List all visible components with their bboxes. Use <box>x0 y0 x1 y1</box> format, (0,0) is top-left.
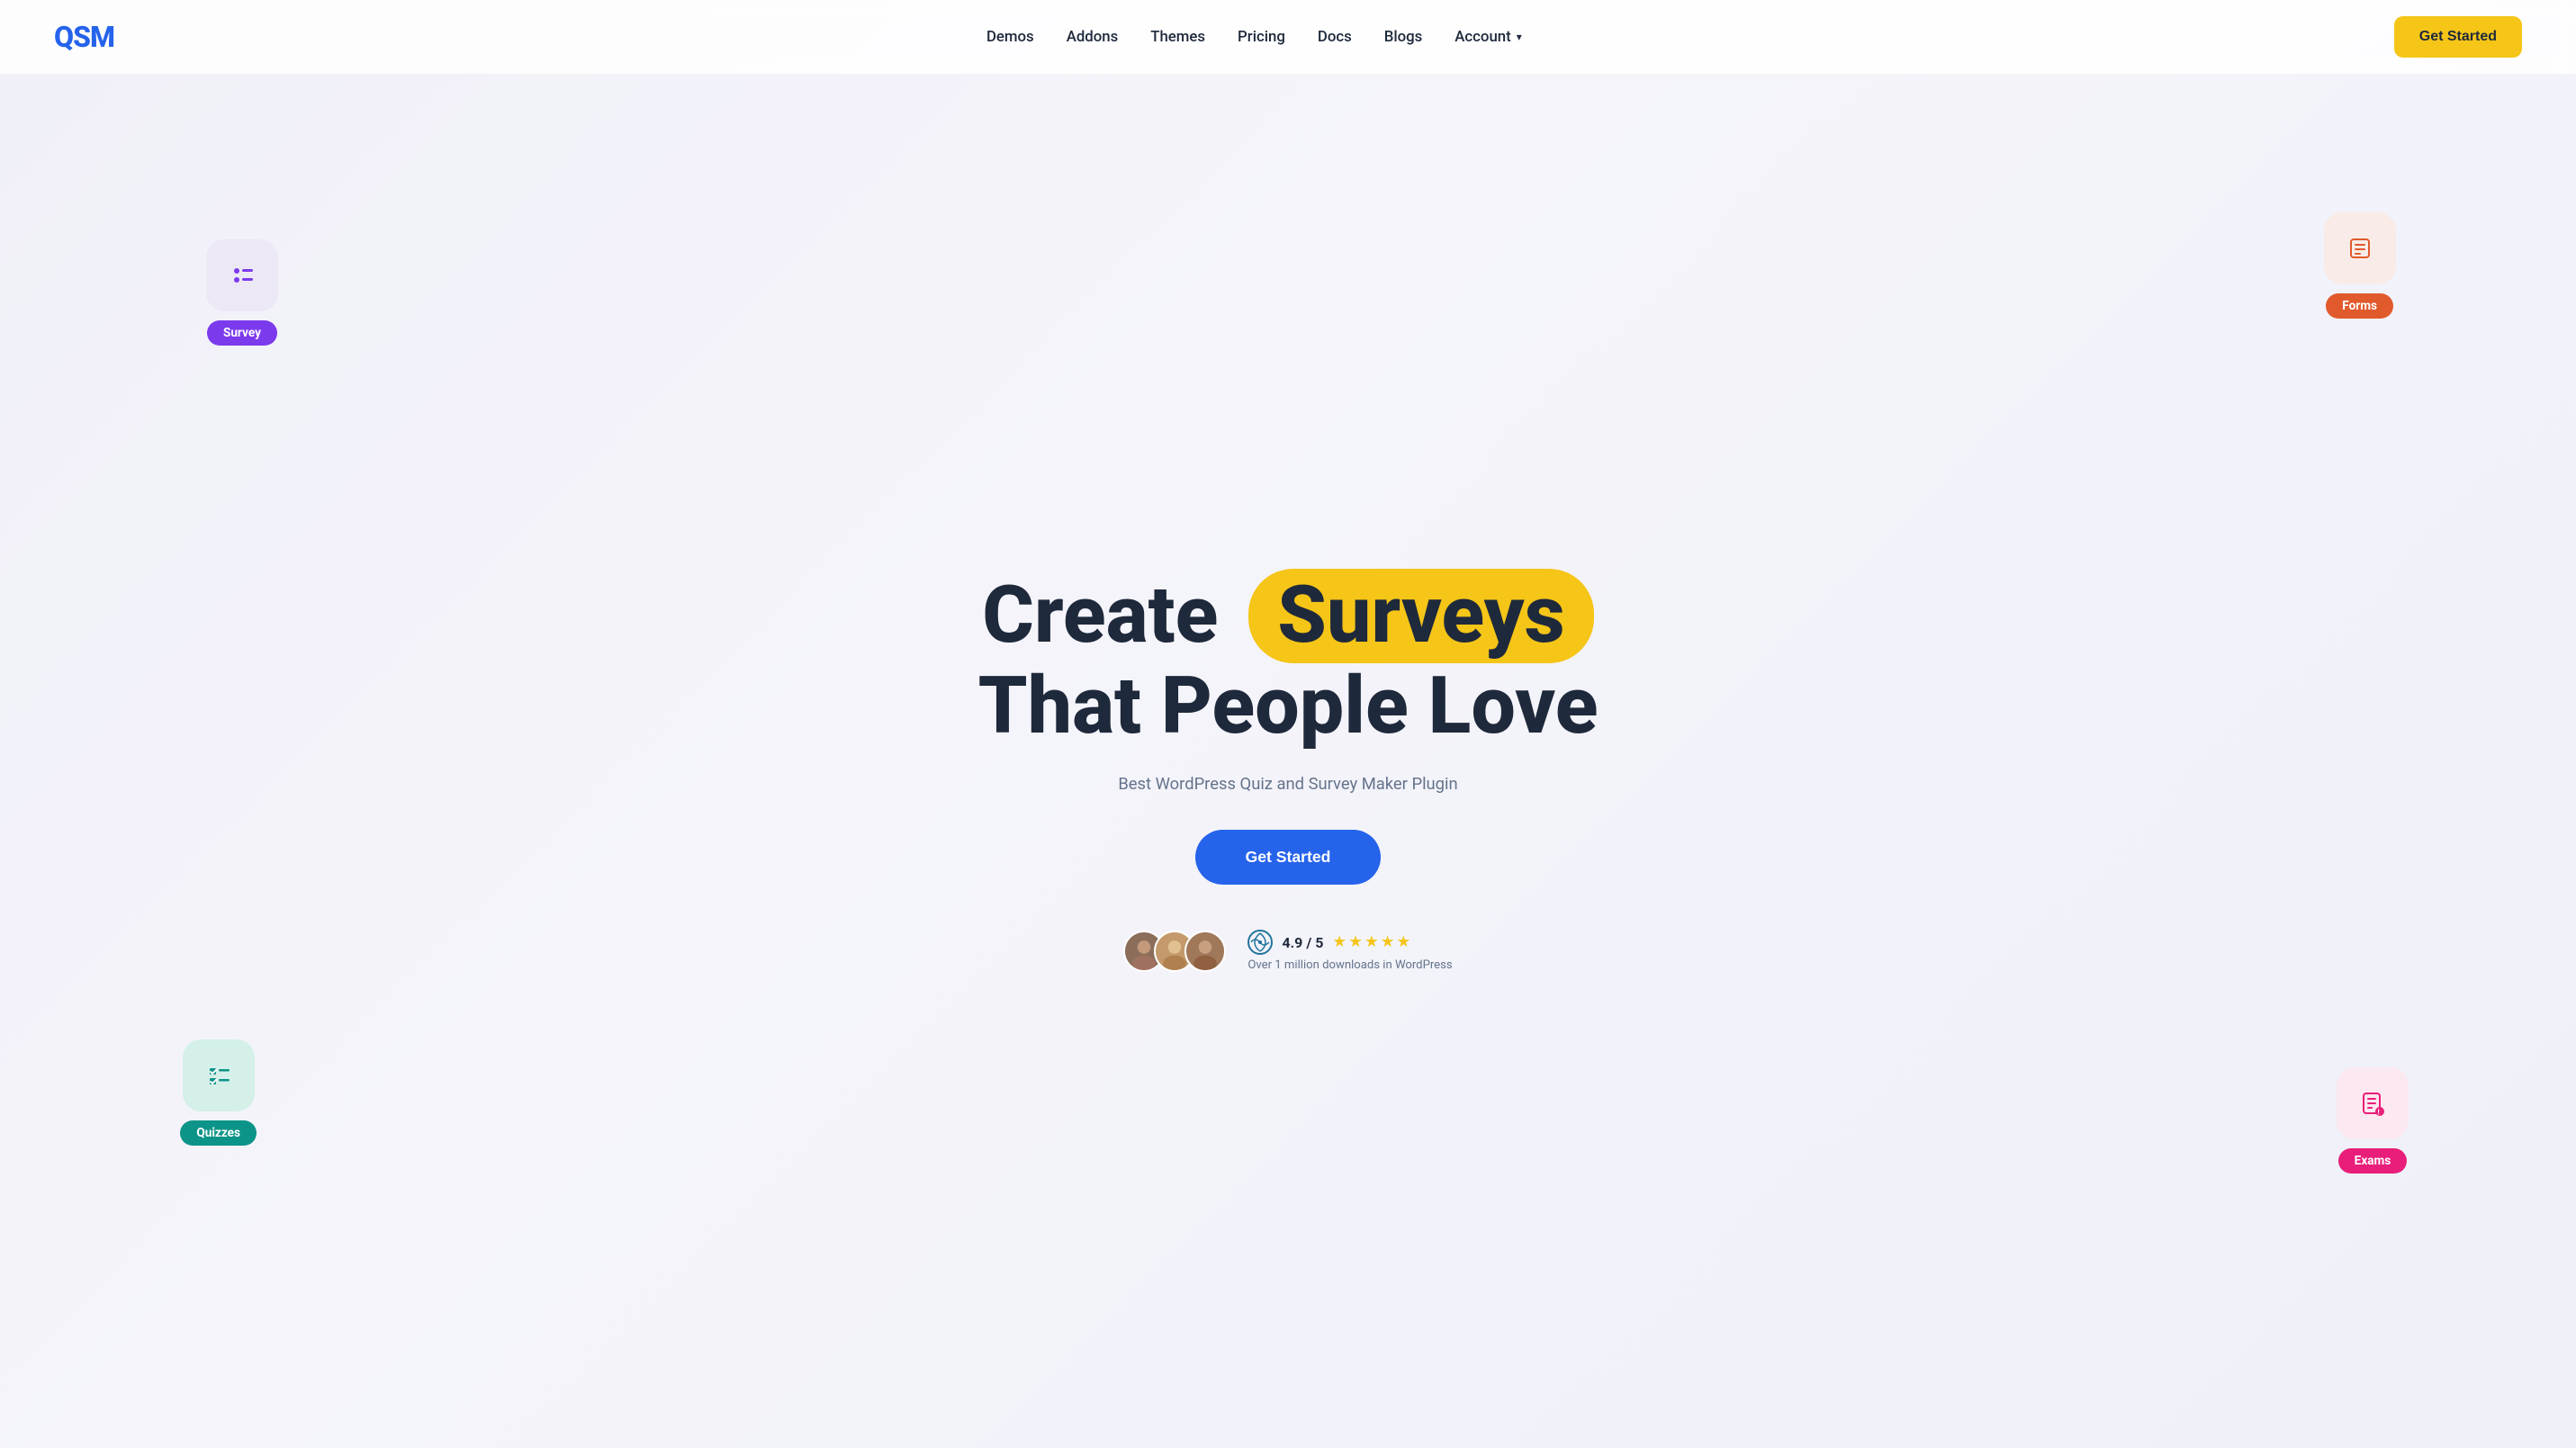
rating-score: 4.9 / 5 <box>1282 934 1323 951</box>
downloads-text: Over 1 million downloads in WordPress <box>1247 958 1452 972</box>
nav-link-themes[interactable]: Themes <box>1150 28 1205 46</box>
float-quizzes-card: Quizzes <box>180 1039 257 1146</box>
float-forms-card: Forms <box>2324 212 2396 319</box>
float-survey-card: Survey <box>206 239 278 346</box>
nav-item-pricing[interactable]: Pricing <box>1238 28 1285 46</box>
nav-link-pricing[interactable]: Pricing <box>1238 28 1285 46</box>
navbar: QSM Demos Addons Themes Pricing Docs Blo… <box>0 0 2576 75</box>
rating-top: 4.9 / 5 ★★★★★ <box>1247 930 1412 955</box>
nav-item-addons[interactable]: Addons <box>1067 28 1119 46</box>
hero-get-started-button[interactable]: Get Started <box>1195 830 1382 885</box>
nav-item-account[interactable]: Account ▾ <box>1455 28 1521 46</box>
survey-label: Survey <box>207 320 277 346</box>
hero-heading-highlight: Surveys <box>1248 569 1593 663</box>
nav-item-themes[interactable]: Themes <box>1150 28 1205 46</box>
hero-heading-create: Create <box>982 569 1218 661</box>
nav-link-addons[interactable]: Addons <box>1067 28 1119 46</box>
nav-link-blogs[interactable]: Blogs <box>1384 28 1423 46</box>
exams-icon: ! <box>2356 1087 2389 1120</box>
exams-label: Exams <box>2338 1148 2408 1174</box>
svg-text:!: ! <box>2377 1108 2379 1116</box>
social-proof: 4.9 / 5 ★★★★★ Over 1 million downloads i… <box>1123 930 1452 972</box>
forms-label: Forms <box>2326 293 2393 319</box>
nav-link-docs[interactable]: Docs <box>1318 28 1352 46</box>
forms-icon-box <box>2324 212 2396 284</box>
nav-item-docs[interactable]: Docs <box>1318 28 1352 46</box>
rating-block: 4.9 / 5 ★★★★★ Over 1 million downloads i… <box>1247 930 1452 972</box>
avatar <box>1184 931 1226 972</box>
nav-item-demos[interactable]: Demos <box>986 28 1034 46</box>
hero-subtitle: Best WordPress Quiz and Survey Maker Plu… <box>1118 775 1457 794</box>
logo[interactable]: QSM <box>54 20 114 54</box>
nav-link-demos[interactable]: Demos <box>986 28 1034 46</box>
quizzes-icon <box>203 1059 235 1092</box>
nav-item-blogs[interactable]: Blogs <box>1384 28 1423 46</box>
quizzes-icon-box <box>183 1039 255 1111</box>
wordpress-icon <box>1247 930 1273 955</box>
chevron-down-icon: ▾ <box>1517 31 1522 43</box>
float-exams-card: ! Exams <box>2337 1067 2409 1174</box>
nav-link-account[interactable]: Account ▾ <box>1455 28 1521 46</box>
nav-links: Demos Addons Themes Pricing Docs Blogs A… <box>986 28 1522 46</box>
exams-icon-box: ! <box>2337 1067 2409 1139</box>
avatar-group <box>1123 931 1226 972</box>
hero-section: Survey Quizzes Forms <box>0 75 2576 1448</box>
hero-heading: Create Surveys That People Love <box>978 569 1599 751</box>
star-rating: ★★★★★ <box>1332 933 1412 951</box>
survey-icon <box>226 259 258 292</box>
survey-icon-box <box>206 239 278 311</box>
nav-get-started-button[interactable]: Get Started <box>2394 16 2522 58</box>
hero-heading-line2: That People Love <box>978 660 1599 752</box>
quizzes-label: Quizzes <box>180 1120 257 1146</box>
forms-icon <box>2344 232 2376 265</box>
